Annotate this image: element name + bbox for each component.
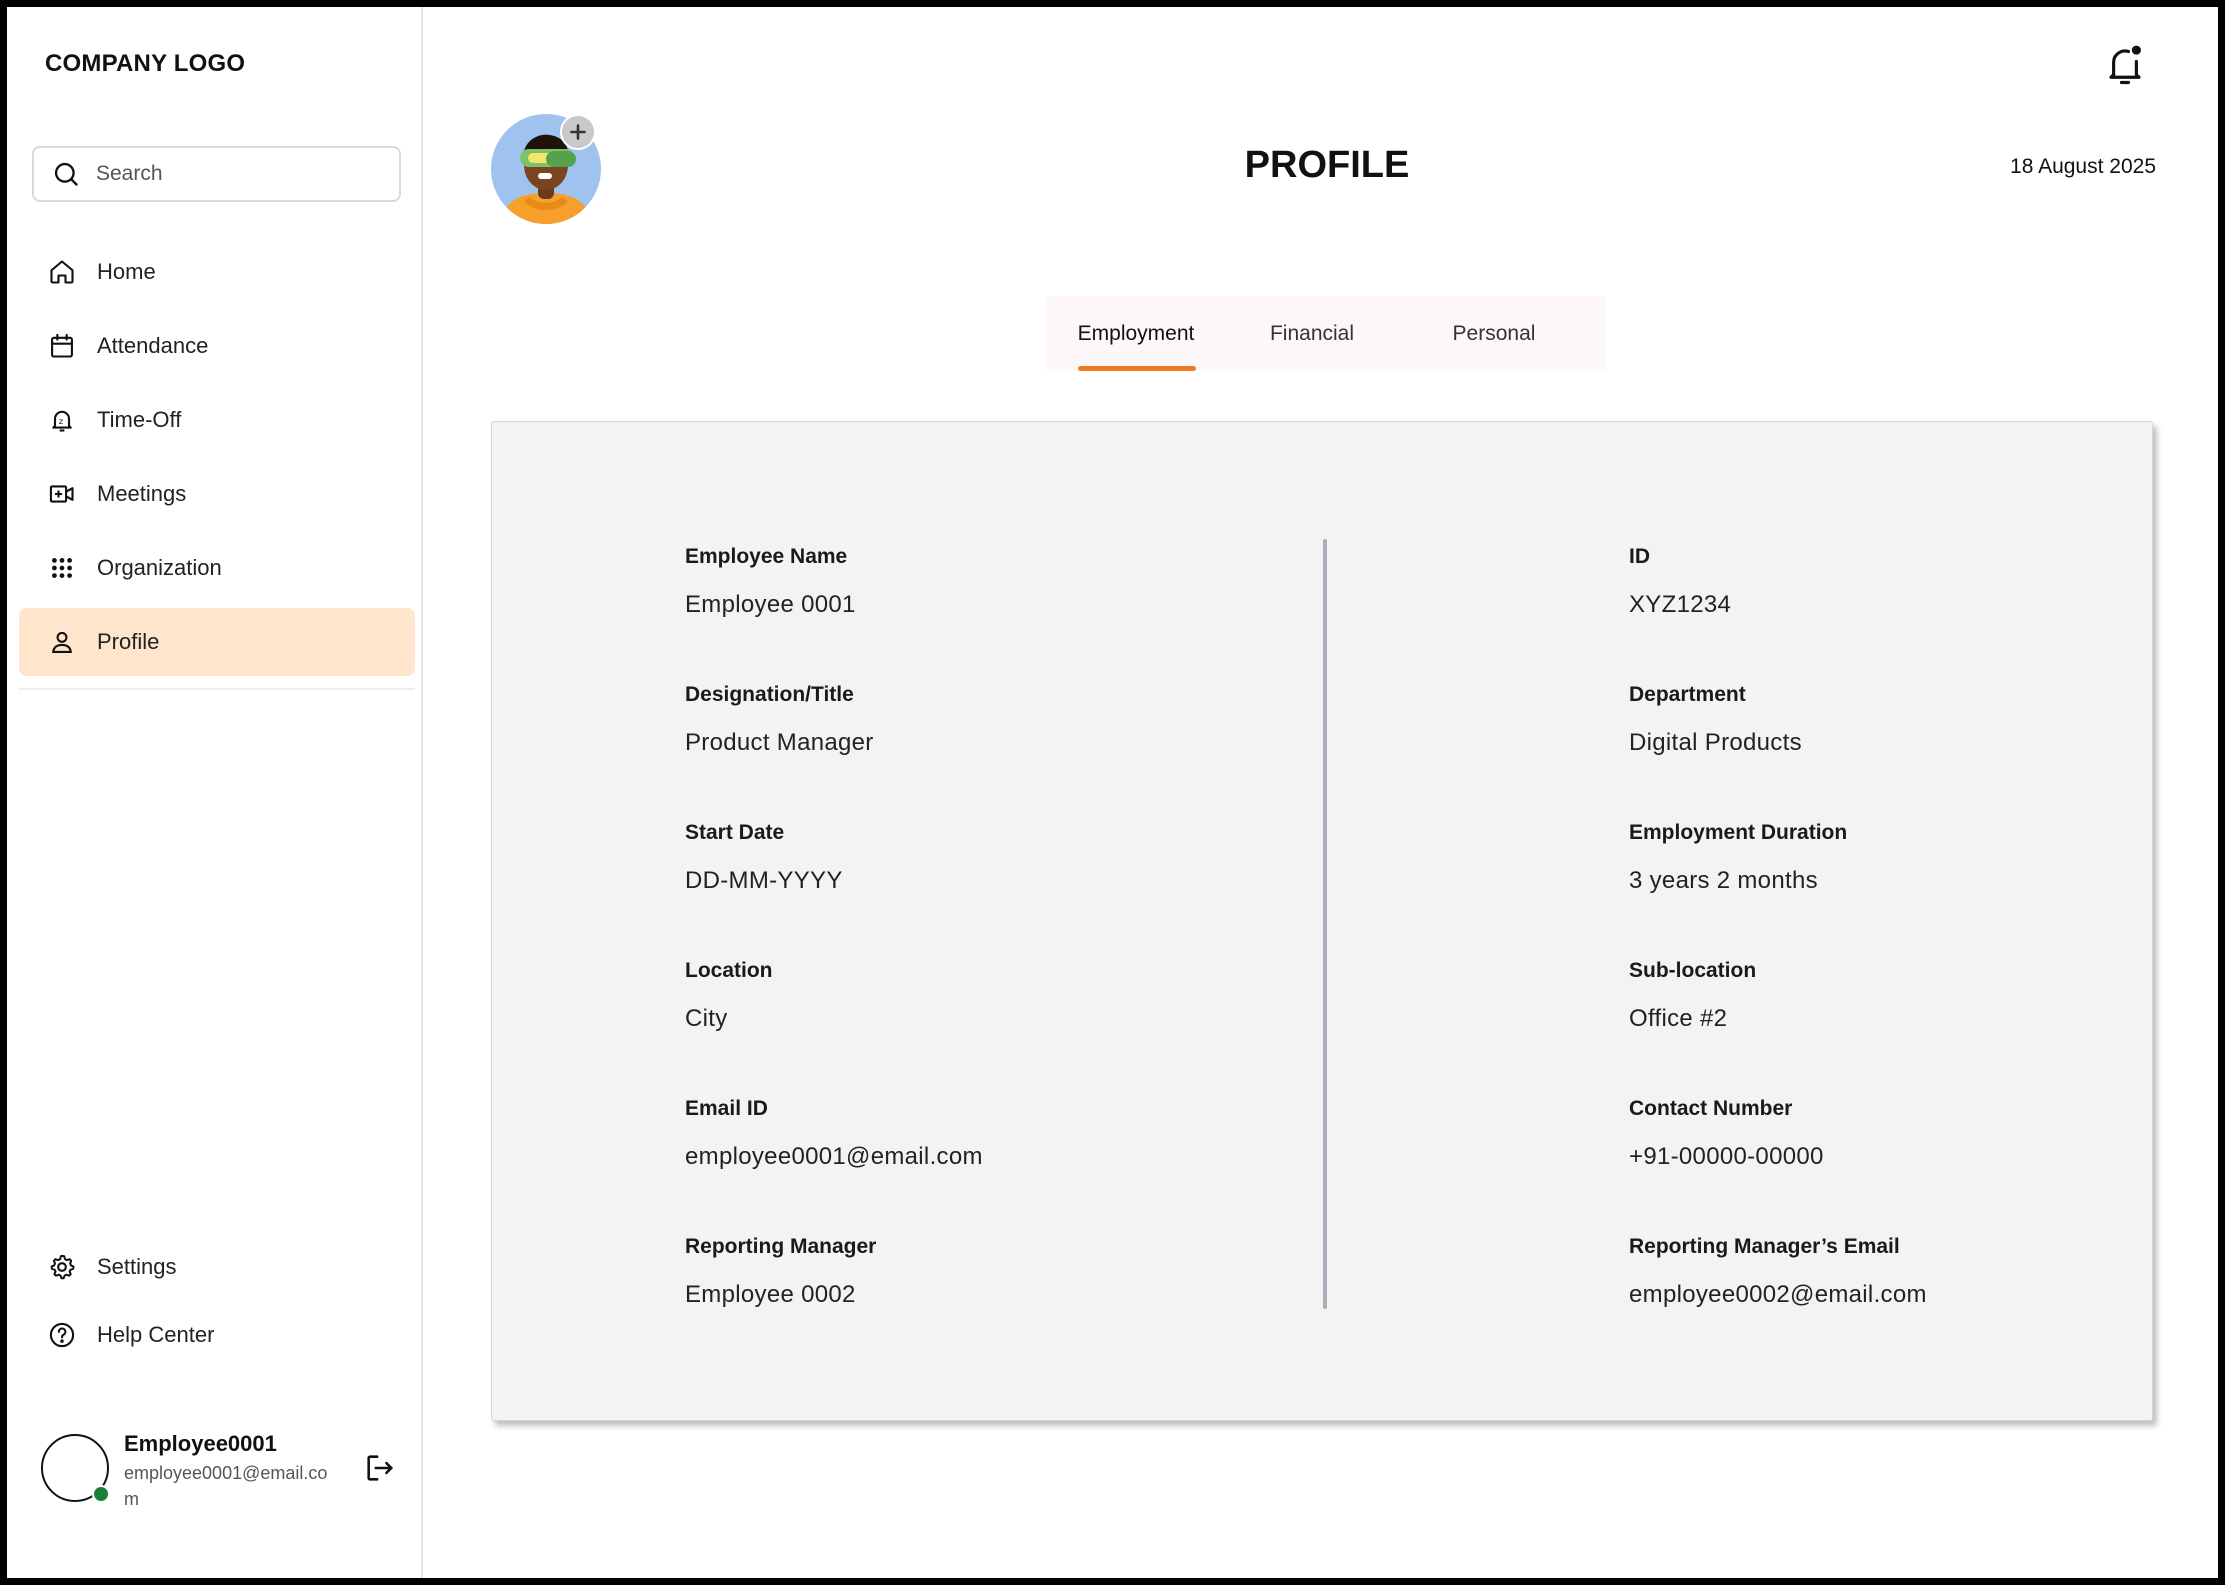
sidebar-item-organization[interactable]: Organization bbox=[19, 534, 415, 602]
field-label: Reporting Manager’s Email bbox=[1629, 1235, 1900, 1258]
field-value: XYZ1234 bbox=[1629, 591, 1732, 618]
sidebar-item-label: Help Center bbox=[97, 1322, 215, 1347]
plus-icon bbox=[570, 124, 586, 140]
sidebar-divider bbox=[19, 688, 415, 690]
bell-icon: z bbox=[47, 405, 77, 435]
employment-details-card: Employee Name Employee 0001 Designation/… bbox=[491, 421, 2153, 1421]
search-input[interactable] bbox=[94, 161, 374, 187]
field-sub-location: Sub-location Office #2 bbox=[1629, 956, 2149, 1036]
online-status-indicator bbox=[92, 1485, 110, 1503]
field-value: Product Manager bbox=[685, 729, 874, 756]
user-card: Employee0001 employee0001@email.com bbox=[41, 1431, 411, 1521]
notification-bell-icon bbox=[2109, 45, 2141, 85]
sidebar-item-label: Time-Off bbox=[97, 407, 182, 432]
logout-button[interactable] bbox=[363, 1451, 397, 1485]
field-label: Employment Duration bbox=[1629, 821, 1848, 844]
field-employee-name: Employee Name Employee 0001 bbox=[685, 542, 1205, 622]
sidebar-item-label: Home bbox=[97, 259, 156, 284]
search-icon bbox=[54, 162, 78, 186]
field-location: Location City bbox=[685, 956, 1205, 1036]
user-email: employee0001@email.com bbox=[124, 1463, 328, 1509]
sidebar-item-label: Meetings bbox=[97, 481, 187, 506]
sidebar-item-label: Organization bbox=[97, 555, 222, 580]
sidebar-item-label: Profile bbox=[97, 629, 160, 654]
field-value: Office #2 bbox=[1629, 1005, 1728, 1032]
tab-financial[interactable]: Financial bbox=[1226, 296, 1398, 371]
sidebar-item-meetings[interactable]: Meetings bbox=[19, 460, 415, 528]
sidebar: COMPANY LOGO Home bbox=[7, 7, 423, 1578]
gear-icon bbox=[47, 1252, 77, 1282]
field-reporting-manager: Reporting Manager Employee 0002 bbox=[685, 1232, 1205, 1312]
notifications-button[interactable] bbox=[2104, 42, 2146, 88]
sidebar-item-settings[interactable]: Settings bbox=[19, 1233, 415, 1301]
field-value: Employee 0001 bbox=[685, 591, 856, 618]
field-label: Email ID bbox=[685, 1097, 768, 1120]
sidebar-bottom-nav: Settings Help Center bbox=[19, 1233, 415, 1369]
app-window: COMPANY LOGO Home bbox=[7, 7, 2218, 1578]
field-label: ID bbox=[1629, 545, 1650, 568]
sidebar-item-home[interactable]: Home bbox=[19, 238, 415, 306]
field-label: Location bbox=[685, 959, 773, 982]
add-photo-button[interactable] bbox=[560, 114, 596, 150]
sidebar-item-label: Settings bbox=[97, 1254, 177, 1279]
home-icon bbox=[47, 257, 77, 287]
page-title: PROFILE bbox=[1244, 144, 1410, 186]
field-value: employee0001@email.com bbox=[685, 1143, 983, 1170]
field-value: DD-MM-YYYY bbox=[685, 867, 843, 894]
field-value: Digital Products bbox=[1629, 729, 1802, 756]
profile-tabs: Employment Financial Personal bbox=[1046, 296, 1606, 371]
field-department: Department Digital Products bbox=[1629, 680, 2149, 760]
field-value: City bbox=[685, 1005, 728, 1032]
field-value: Employee 0002 bbox=[685, 1281, 856, 1308]
search-box[interactable] bbox=[32, 146, 401, 202]
sidebar-item-help-center[interactable]: Help Center bbox=[19, 1301, 415, 1369]
current-date: 18 August 2025 bbox=[2010, 155, 2156, 178]
field-label: Start Date bbox=[685, 821, 785, 844]
logout-icon bbox=[367, 1455, 393, 1481]
calendar-icon bbox=[47, 331, 77, 361]
field-value: employee0002@email.com bbox=[1629, 1281, 1927, 1308]
field-id: ID XYZ1234 bbox=[1629, 542, 2149, 622]
video-add-icon bbox=[47, 479, 77, 509]
user-icon bbox=[47, 627, 77, 657]
field-label: Reporting Manager bbox=[685, 1235, 877, 1258]
sidebar-item-attendance[interactable]: Attendance bbox=[19, 312, 415, 380]
field-value: 3 years 2 months bbox=[1629, 867, 1818, 894]
field-label: Contact Number bbox=[1629, 1097, 1793, 1120]
company-logo: COMPANY LOGO bbox=[45, 50, 246, 77]
sidebar-item-time-off[interactable]: z Time-Off bbox=[19, 386, 415, 454]
grid-icon bbox=[47, 553, 77, 583]
svg-text:z: z bbox=[59, 416, 63, 426]
sidebar-item-label: Attendance bbox=[97, 333, 209, 358]
field-contact-number: Contact Number +91-00000-00000 bbox=[1629, 1094, 2149, 1174]
field-label: Designation/Title bbox=[685, 683, 854, 706]
field-email-id: Email ID employee0001@email.com bbox=[685, 1094, 1205, 1174]
field-employment-duration: Employment Duration 3 years 2 months bbox=[1629, 818, 2149, 898]
sidebar-item-profile[interactable]: Profile bbox=[19, 608, 415, 676]
user-name: Employee0001 bbox=[124, 1431, 277, 1456]
column-divider bbox=[1323, 539, 1327, 1309]
sidebar-nav: Home Attendance z Time-Off Meetings Orga… bbox=[19, 238, 415, 682]
field-label: Employee Name bbox=[685, 545, 848, 568]
field-label: Department bbox=[1629, 683, 1746, 706]
field-designation: Designation/Title Product Manager bbox=[685, 680, 1205, 760]
tab-employment[interactable]: Employment bbox=[1046, 296, 1226, 371]
field-label: Sub-location bbox=[1629, 959, 1757, 982]
help-icon bbox=[47, 1320, 77, 1350]
tab-personal[interactable]: Personal bbox=[1398, 296, 1590, 371]
field-value: +91-00000-00000 bbox=[1629, 1143, 1824, 1170]
field-reporting-manager-email: Reporting Manager’s Email employee0002@e… bbox=[1629, 1232, 2149, 1312]
field-start-date: Start Date DD-MM-YYYY bbox=[685, 818, 1205, 898]
